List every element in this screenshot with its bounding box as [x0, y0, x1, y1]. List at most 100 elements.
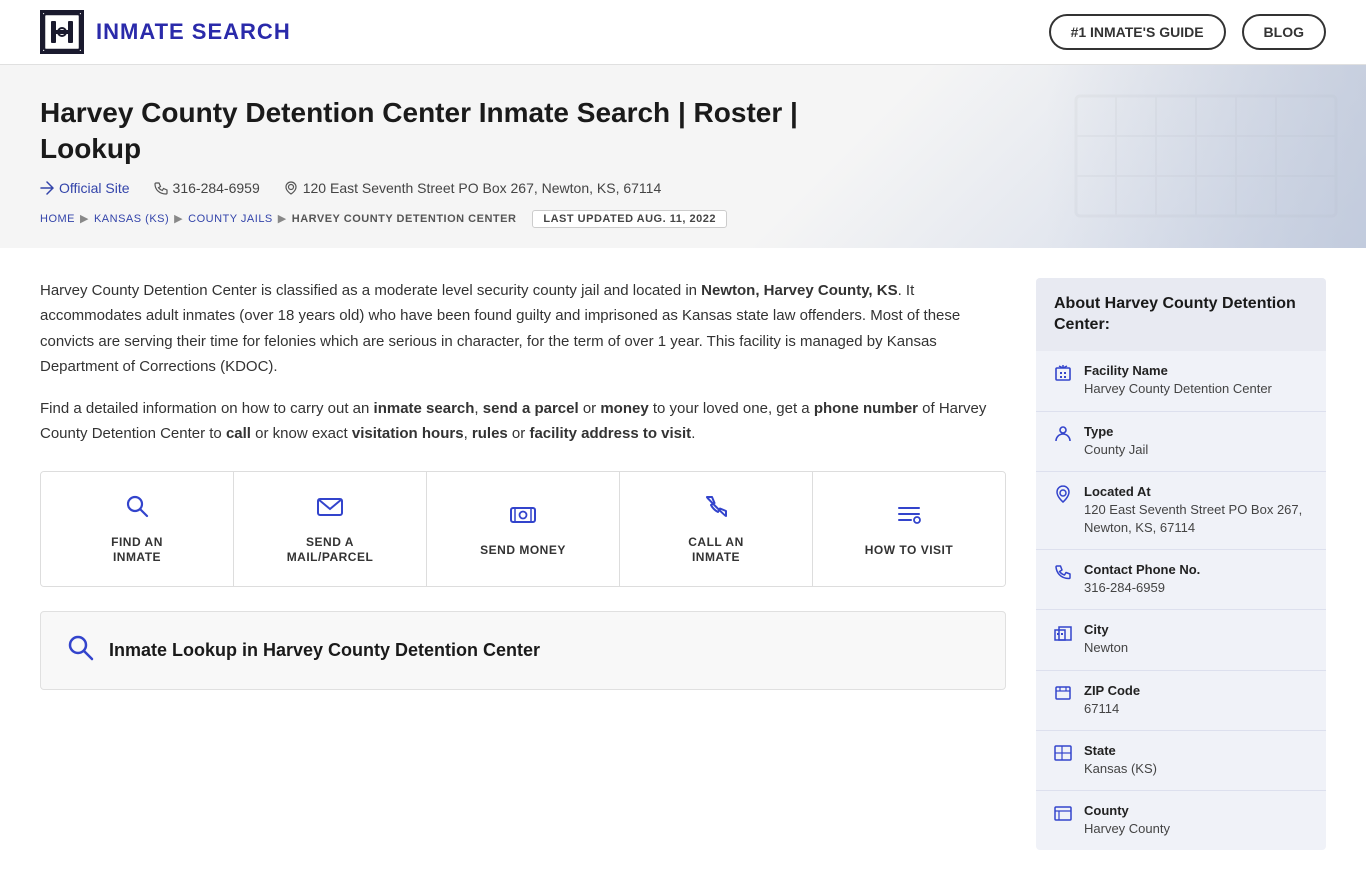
logo-text: INMATE SEARCH: [96, 19, 291, 45]
state-icon: [1054, 744, 1072, 767]
city-label: City: [1084, 622, 1128, 637]
contact-phone-label: Contact Phone No.: [1084, 562, 1200, 577]
search-icon: [123, 492, 151, 527]
location-label: Located At: [1084, 484, 1302, 499]
location-content: Located At 120 East Seventh Street PO Bo…: [1084, 484, 1302, 537]
last-updated-badge: LAST UPDATED AUG. 11, 2022: [532, 210, 727, 228]
breadcrumb-home[interactable]: HOME: [40, 213, 75, 225]
address-meta: 120 East Seventh Street PO Box 267, Newt…: [284, 180, 662, 196]
zip-content: ZIP Code 67114: [1084, 683, 1140, 718]
tile-how-to-visit[interactable]: HOW TO VISIT: [813, 472, 1005, 586]
person-icon: [1054, 425, 1072, 448]
zip-value: 67114: [1084, 700, 1140, 718]
county-value: Harvey County: [1084, 820, 1170, 838]
tile-send-mail-label: SEND AMAIL/PARCEL: [287, 535, 374, 566]
location-icon: [1054, 485, 1072, 508]
description-paragraph-1: Harvey County Detention Center is classi…: [40, 278, 1006, 380]
breadcrumb-sep-3: ▶: [278, 212, 287, 225]
location-bold: Newton, Harvey County, KS: [701, 282, 897, 299]
breadcrumb-sep-2: ▶: [174, 212, 183, 225]
visit-icon: [895, 500, 923, 535]
mail-icon: [316, 492, 344, 527]
sidebar-field-phone: Contact Phone No. 316-284-6959: [1036, 550, 1326, 610]
tile-find-inmate[interactable]: FIND ANINMATE: [41, 472, 234, 586]
logo-area: INMATE SEARCH: [40, 10, 291, 54]
facility-name-value: Harvey County Detention Center: [1084, 380, 1272, 398]
page-title: Harvey County Detention Center Inmate Se…: [40, 95, 860, 168]
blog-button[interactable]: BLOG: [1242, 14, 1326, 50]
hero-band: Harvey County Detention Center Inmate Se…: [0, 65, 1366, 248]
sidebar-field-location: Located At 120 East Seventh Street PO Bo…: [1036, 472, 1326, 550]
tile-send-money-label: SEND MONEY: [480, 543, 566, 559]
breadcrumb-sep-1: ▶: [80, 212, 89, 225]
main-content: Harvey County Detention Center is classi…: [40, 278, 1006, 850]
county-icon: [1054, 804, 1072, 827]
building-icon: [1054, 364, 1072, 387]
contact-phone-content: Contact Phone No. 316-284-6959: [1084, 562, 1200, 597]
sidebar: About Harvey County Detention Center: Fa…: [1036, 278, 1326, 850]
tile-call-inmate[interactable]: CALL ANINMATE: [620, 472, 813, 586]
city-value: Newton: [1084, 639, 1128, 657]
page-meta: Official Site 316-284-6959 120 East Seve…: [40, 180, 1326, 196]
tile-how-to-visit-label: HOW TO VISIT: [865, 543, 953, 559]
state-content: State Kansas (KS): [1084, 743, 1157, 778]
official-site-anchor[interactable]: Official Site: [59, 180, 130, 196]
breadcrumb-category[interactable]: COUNTY JAILS: [188, 213, 273, 225]
state-value: Kansas (KS): [1084, 760, 1157, 778]
county-label: County: [1084, 803, 1170, 818]
inmate-lookup-title: Inmate Lookup in Harvey County Detention…: [109, 640, 540, 661]
state-label: State: [1084, 743, 1157, 758]
phone-number: 316-284-6959: [173, 180, 260, 196]
description-paragraph-2: Find a detailed information on how to ca…: [40, 396, 1006, 447]
zip-icon: [1054, 684, 1072, 707]
facility-name-label: Facility Name: [1084, 363, 1272, 378]
inmate-lookup-section: Inmate Lookup in Harvey County Detention…: [40, 611, 1006, 690]
sidebar-card-header: About Harvey County Detention Center:: [1036, 278, 1326, 352]
sidebar-field-state: State Kansas (KS): [1036, 731, 1326, 791]
sidebar-card: About Harvey County Detention Center: Fa…: [1036, 278, 1326, 850]
rules-bold: rules: [472, 425, 508, 442]
prison-bg-decoration: [1046, 65, 1366, 248]
visitation-hours-bold: visitation hours: [352, 425, 464, 442]
official-site-link[interactable]: Official Site: [40, 180, 130, 196]
facility-name-content: Facility Name Harvey County Detention Ce…: [1084, 363, 1272, 398]
breadcrumb: HOME ▶ KANSAS (KS) ▶ COUNTY JAILS ▶ HARV…: [40, 210, 1326, 228]
header-nav: #1 INMATE'S GUIDE BLOG: [1049, 14, 1326, 50]
tile-call-inmate-label: CALL ANINMATE: [688, 535, 744, 566]
sidebar-field-county: County Harvey County: [1036, 791, 1326, 850]
main-layout: Harvey County Detention Center is classi…: [0, 248, 1366, 880]
tile-find-inmate-label: FIND ANINMATE: [111, 535, 163, 566]
tile-send-mail[interactable]: SEND AMAIL/PARCEL: [234, 472, 427, 586]
phone-icon: [702, 492, 730, 527]
location-value: 120 East Seventh Street PO Box 267,Newto…: [1084, 501, 1302, 537]
sidebar-field-type: Type County Jail: [1036, 412, 1326, 472]
sidebar-field-zip: ZIP Code 67114: [1036, 671, 1326, 731]
contact-phone-value: 316-284-6959: [1084, 579, 1200, 597]
sidebar-field-city: City Newton: [1036, 610, 1326, 670]
send-parcel-bold: send a parcel: [483, 400, 579, 417]
description-block: Harvey County Detention Center is classi…: [40, 278, 1006, 447]
type-content: Type County Jail: [1084, 424, 1148, 459]
city-icon: [1054, 623, 1072, 646]
phone-number-bold: phone number: [814, 400, 918, 417]
phone-meta: 316-284-6959: [154, 180, 260, 196]
money-icon: [509, 500, 537, 535]
tile-send-money[interactable]: SEND MONEY: [427, 472, 620, 586]
call-bold: call: [226, 425, 251, 442]
county-content: County Harvey County: [1084, 803, 1170, 838]
action-tiles: FIND ANINMATE SEND AMAIL/PARCEL SEND MON…: [40, 471, 1006, 587]
guide-button[interactable]: #1 INMATE'S GUIDE: [1049, 14, 1226, 50]
inmate-search-bold: inmate search: [374, 400, 475, 417]
contact-phone-icon: [1054, 563, 1072, 586]
zip-label: ZIP Code: [1084, 683, 1140, 698]
logo-icon: [40, 10, 84, 54]
type-value: County Jail: [1084, 441, 1148, 459]
city-content: City Newton: [1084, 622, 1128, 657]
lookup-search-icon: [65, 632, 95, 669]
facility-address-bold: facility address to visit: [529, 425, 691, 442]
sidebar-field-facility-name: Facility Name Harvey County Detention Ce…: [1036, 351, 1326, 411]
breadcrumb-state[interactable]: KANSAS (KS): [94, 213, 169, 225]
site-header: INMATE SEARCH #1 INMATE'S GUIDE BLOG: [0, 0, 1366, 65]
address-text: 120 East Seventh Street PO Box 267, Newt…: [303, 180, 662, 196]
type-label: Type: [1084, 424, 1148, 439]
